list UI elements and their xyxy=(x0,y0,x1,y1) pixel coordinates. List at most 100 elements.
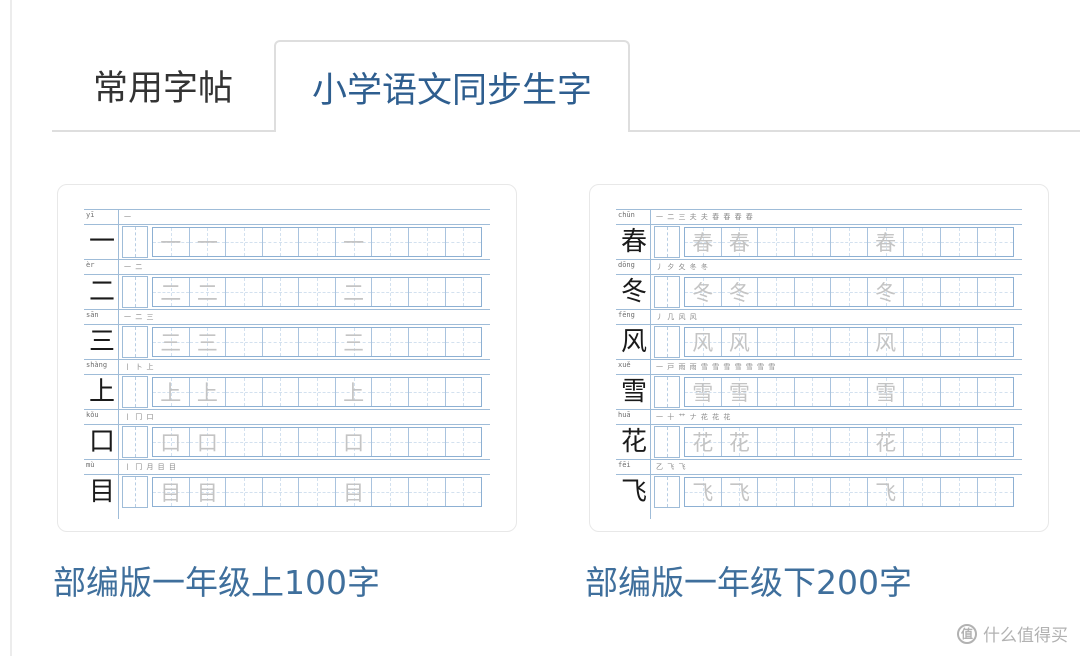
trace-character: 风 xyxy=(692,331,714,355)
stroke-order: 丿 几 风 风 xyxy=(656,313,698,321)
trace-character xyxy=(446,478,482,506)
trace-character xyxy=(446,428,482,456)
trace-character: 上 xyxy=(343,381,365,405)
tian-grid-cell xyxy=(904,428,941,456)
tian-grid-cell xyxy=(940,428,978,456)
tian-grid-cell xyxy=(904,478,941,506)
tian-grid-cell: 风 xyxy=(867,328,905,356)
tab-common-copybooks[interactable]: 常用字帖 xyxy=(52,40,274,130)
tian-grid-cell xyxy=(372,328,409,356)
tian-grid-cell xyxy=(408,478,446,506)
trace-character xyxy=(941,378,977,406)
model-character: 风 xyxy=(620,327,647,357)
tian-grid-cell: 冬 xyxy=(867,278,905,306)
trace-character: 飞 xyxy=(728,481,750,505)
model-character: 目 xyxy=(88,477,115,507)
tian-grid-cell: 一 xyxy=(189,228,227,256)
trace-character xyxy=(941,428,977,456)
trace-character xyxy=(263,328,299,356)
tian-grid-cell: 花 xyxy=(685,428,722,456)
copybook-title[interactable]: 部编版一年级上100字 xyxy=(53,556,380,604)
pinyin-strip: chūn 一 二 三 夫 夫 春 春 春 春 xyxy=(616,209,1022,225)
model-character: 上 xyxy=(88,377,115,407)
trace-character xyxy=(409,228,445,256)
tian-grid-cell xyxy=(794,228,832,256)
trace-character xyxy=(758,328,794,356)
trace-character xyxy=(978,228,1014,256)
tian-grid-cell xyxy=(940,228,978,256)
copybook-thumbnail[interactable]: chūn 一 二 三 夫 夫 春 春 春 春春春春春 dōng 丿 夕 夂 冬 冬冬冬… xyxy=(589,184,1049,532)
trace-character xyxy=(299,328,335,356)
pinyin-label: chūn xyxy=(618,211,635,219)
copybook-card-grade1-second[interactable]: chūn 一 二 三 夫 夫 春 春 春 春春春春春 dōng 丿 夕 夂 冬 冬冬冬… xyxy=(585,184,1049,602)
tian-grid-cell: 一 xyxy=(153,228,190,256)
tian-grid-cell: 冬 xyxy=(721,278,759,306)
copybook-card-grade1-first[interactable]: yī 一一一一一 èr 一 二二二二二 sān 一 二 三三三三三 shàng 丨 卜 上上上… xyxy=(53,184,517,602)
tab-primary-chinese-characters[interactable]: 小学语文同步生字 xyxy=(274,40,630,132)
worksheet-row: èr 一 二二二二二 xyxy=(84,259,490,309)
trace-character xyxy=(758,278,794,306)
worksheet-row: xuě 一 戸 雨 雨 雪 雪 雪 雪 雪 雪 雪雪雪雪雪 xyxy=(616,359,1022,409)
trace-character xyxy=(446,278,482,306)
worksheet-preview: yī 一一一一一 èr 一 二二二二二 sān 一 二 三三三三三 shàng 丨 卜 上上上… xyxy=(84,209,490,519)
tian-grid-cell xyxy=(794,328,832,356)
copybook-title[interactable]: 部编版一年级下200字 xyxy=(585,556,912,604)
worksheet-row: dōng 丿 夕 夂 冬 冬冬冬冬冬 xyxy=(616,259,1022,309)
pinyin-label: fēi xyxy=(618,461,631,469)
tian-grid-cell xyxy=(445,378,482,406)
trace-character: 春 xyxy=(692,231,714,255)
trace-character xyxy=(409,328,445,356)
tian-grid-cell xyxy=(831,228,868,256)
tian-grid-cell xyxy=(904,328,941,356)
trace-character: 雪 xyxy=(692,381,714,405)
worksheet-row: fēi 乙 飞 飞飞飞飞飞 xyxy=(616,459,1022,509)
tian-grid-cell xyxy=(408,228,446,256)
stroke-order: 丨 冂 月 目 目 xyxy=(124,463,177,471)
tian-grid-cell xyxy=(299,428,336,456)
trace-character xyxy=(904,228,940,256)
tian-grid-cell xyxy=(262,378,300,406)
trace-character: 一 xyxy=(160,231,182,255)
worksheet-row: shàng 丨 卜 上上上上上 xyxy=(84,359,490,409)
tian-grid-cell xyxy=(794,478,832,506)
model-character: 三 xyxy=(88,327,115,357)
trace-character xyxy=(226,328,262,356)
tian-grid-cell xyxy=(977,378,1014,406)
tian-grid-cell xyxy=(226,278,263,306)
pinyin-strip: èr 一 二 xyxy=(84,259,490,275)
pinyin-label: mù xyxy=(86,461,95,469)
tian-grid-cell xyxy=(299,328,336,356)
trace-character xyxy=(941,278,977,306)
worksheet-row: kǒu 丨 冂 口口口口口 xyxy=(84,409,490,459)
trace-character xyxy=(263,378,299,406)
model-character: 春 xyxy=(620,227,647,257)
stroke-count-box xyxy=(122,276,148,308)
trace-character xyxy=(446,228,482,256)
trace-character xyxy=(795,428,831,456)
tian-grid-cell: 春 xyxy=(867,228,905,256)
worksheet-row: fēng 丿 几 风 风风风风风 xyxy=(616,309,1022,359)
trace-character: 口 xyxy=(196,431,218,455)
trace-character xyxy=(831,228,867,256)
trace-character xyxy=(831,378,867,406)
tian-grid-cell: 风 xyxy=(721,328,759,356)
trace-character: 目 xyxy=(343,481,365,505)
pinyin-strip: fēng 丿 几 风 风 xyxy=(616,309,1022,325)
pinyin-strip: kǒu 丨 冂 口 xyxy=(84,409,490,425)
trace-character: 冬 xyxy=(692,281,714,305)
tian-grid-cell: 二 xyxy=(335,278,373,306)
trace-character xyxy=(758,478,794,506)
pinyin-strip: dōng 丿 夕 夂 冬 冬 xyxy=(616,259,1022,275)
pinyin-strip: shàng 丨 卜 上 xyxy=(84,359,490,375)
trace-character xyxy=(372,228,408,256)
stroke-count-box xyxy=(122,376,148,408)
copybook-thumbnail[interactable]: yī 一一一一一 èr 一 二二二二二 sān 一 二 三三三三三 shàng 丨 卜 上上上… xyxy=(57,184,517,532)
stroke-count-box xyxy=(654,476,680,508)
practice-grid: 二二二 xyxy=(152,277,482,307)
tian-grid-cell xyxy=(977,278,1014,306)
tian-grid-cell: 口 xyxy=(189,428,227,456)
stroke-order: 一 xyxy=(124,213,132,221)
tian-grid-cell xyxy=(262,328,300,356)
tian-grid-cell xyxy=(904,278,941,306)
tian-grid-cell xyxy=(445,228,482,256)
